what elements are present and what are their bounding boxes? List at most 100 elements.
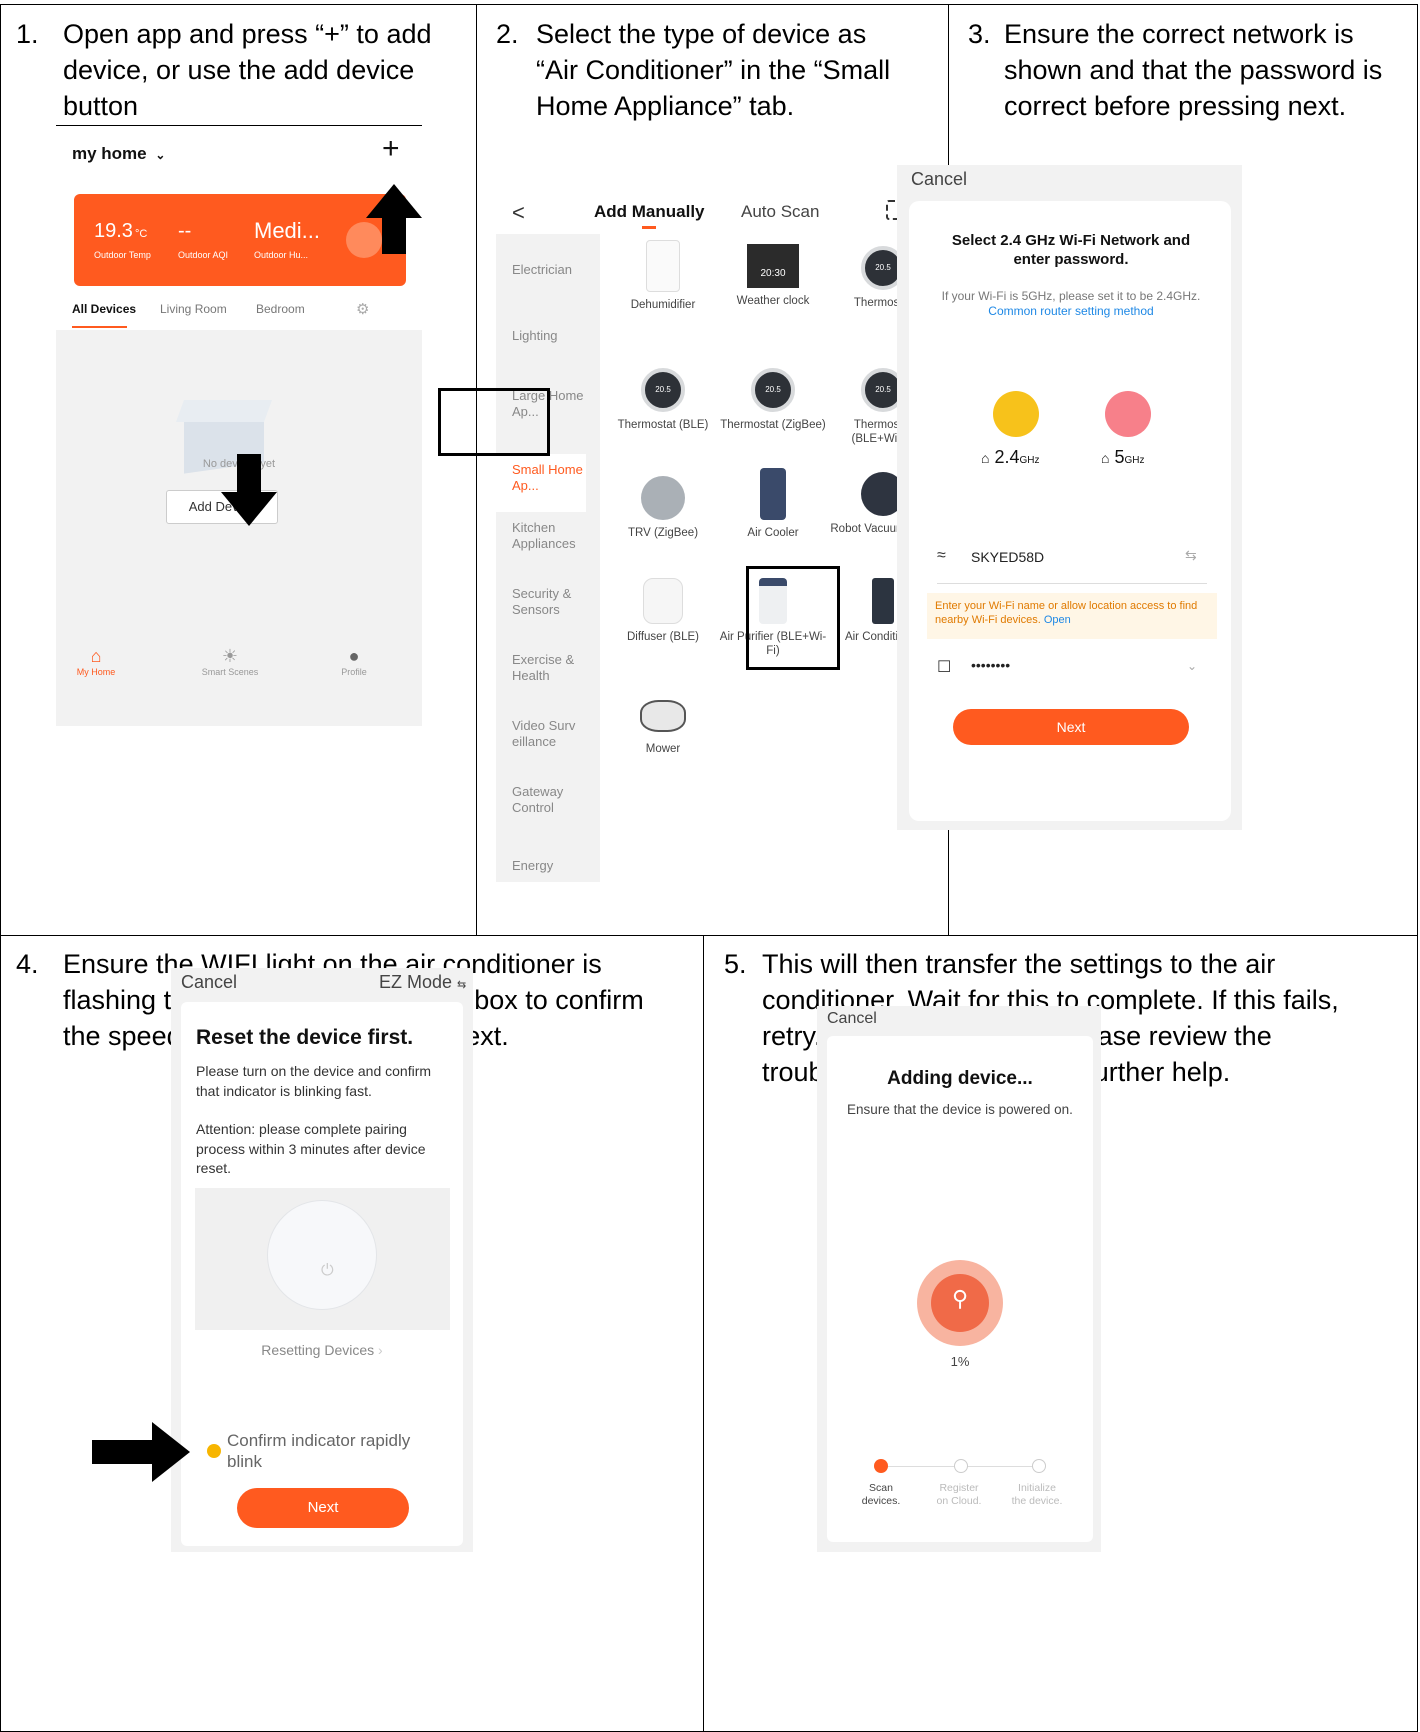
next-button[interactable]: Next bbox=[953, 709, 1189, 745]
device-weather-clock[interactable]: 20:30 Weather clock bbox=[718, 240, 828, 308]
step1-number: 1. bbox=[16, 19, 39, 49]
arrow-up-indicator bbox=[366, 184, 422, 254]
highlight-small-home-appliance bbox=[438, 388, 550, 456]
app4-screen: Cancel EZ Mode ⇆ Reset the device first.… bbox=[171, 968, 473, 1552]
ez-mode-switch[interactable]: EZ Mode ⇆ bbox=[379, 972, 466, 993]
step2-number: 2. bbox=[496, 19, 519, 49]
next-button-4[interactable]: Next bbox=[237, 1488, 409, 1528]
category-lighting[interactable]: Lighting bbox=[496, 328, 601, 344]
category-kitchen-appliances[interactable]: Kitchen Appliances bbox=[496, 520, 586, 552]
tab-bedroom[interactable]: Bedroom bbox=[256, 302, 305, 316]
ssid-field[interactable]: SKYED58D bbox=[971, 549, 1044, 565]
device-air-cooler-label: Air Cooler bbox=[747, 527, 799, 539]
step-dot-scan bbox=[874, 1459, 888, 1473]
progress-percent: 1% bbox=[950, 1354, 970, 1369]
lock-icon: ☐ bbox=[937, 659, 952, 676]
sun-icon: ☀ bbox=[221, 646, 239, 666]
tab-underline bbox=[72, 326, 127, 328]
confirm-label[interactable]: Confirm indicator rapidly blink bbox=[227, 1430, 447, 1472]
switch-network-icon[interactable]: ⇆ bbox=[1185, 547, 1197, 564]
home-title[interactable]: my home ⌄ bbox=[72, 144, 165, 164]
highlight-air-conditioner bbox=[746, 566, 840, 670]
category-small-home-appliance[interactable]: Small Home Ap... bbox=[496, 454, 586, 512]
band-24-unit: GHz bbox=[1019, 455, 1040, 466]
step2-instruction: 2. Select the type of device as “Air Con… bbox=[496, 16, 916, 166]
step1-instruction: 1. Open app and press “+” to add device,… bbox=[16, 16, 436, 126]
location-warning: Enter your Wi-Fi name or allow location … bbox=[927, 593, 1217, 639]
category-video-surveillance[interactable]: Video Surv eillance bbox=[496, 718, 582, 750]
password-field[interactable]: •••••••• bbox=[971, 657, 1010, 673]
cancel-button-4[interactable]: Cancel bbox=[181, 972, 237, 993]
wifi-note-text: If your Wi-Fi is 5GHz, please set it to … bbox=[941, 289, 1201, 303]
search-icon: ⚲ bbox=[951, 1286, 969, 1311]
open-location-link[interactable]: Open bbox=[1044, 614, 1071, 626]
reset-illustration: ⏻ bbox=[195, 1188, 450, 1330]
diffuser-icon bbox=[643, 578, 683, 624]
device-mower[interactable]: Mower bbox=[608, 694, 718, 756]
resetting-devices-link[interactable]: Resetting Devices › bbox=[181, 1342, 463, 1358]
cancel-button-5[interactable]: Cancel bbox=[827, 1010, 877, 1028]
smile-icon bbox=[993, 391, 1039, 437]
thermostat-zigbee-icon: 20.5 bbox=[751, 368, 795, 412]
nav-my-home-label: My Home bbox=[76, 667, 116, 677]
chevron-down-icon: ⌄ bbox=[155, 148, 166, 162]
sad-icon bbox=[1105, 391, 1151, 437]
step4-number: 4. bbox=[16, 949, 39, 979]
step2-text: Select the type of device as “Air Condit… bbox=[536, 19, 891, 121]
category-gateway-control[interactable]: Gateway Control bbox=[496, 784, 586, 816]
tab-auto-scan[interactable]: Auto Scan bbox=[741, 202, 819, 222]
category-energy[interactable]: Energy bbox=[496, 858, 601, 874]
step3-text: Ensure the correct network is shown and … bbox=[1004, 19, 1383, 121]
tab-living-room[interactable]: Living Room bbox=[160, 302, 227, 316]
band-5-unit: GHz bbox=[1124, 455, 1145, 466]
step3-instruction: 3. Ensure the correct network is shown a… bbox=[968, 16, 1398, 166]
category-electrician[interactable]: Electrician bbox=[496, 262, 601, 278]
device-air-cooler[interactable]: Air Cooler bbox=[718, 468, 828, 540]
device-thermostat-zigbee[interactable]: 20.5 Thermostat (ZigBee) bbox=[718, 362, 828, 432]
step-label-scan: Scan devices. bbox=[861, 1482, 901, 1507]
nav-smart-scenes[interactable]: ☀ Smart Scenes bbox=[190, 646, 270, 677]
eye-closed-icon[interactable]: ⌄ bbox=[1187, 659, 1197, 673]
air-conditioner-icon bbox=[872, 578, 894, 624]
tab-all-devices[interactable]: All Devices bbox=[72, 302, 136, 316]
nav-profile-label: Profile bbox=[341, 667, 367, 677]
add-plus-button[interactable]: + bbox=[382, 132, 400, 166]
step1-text: Open app and press “+” to add device, or… bbox=[63, 19, 432, 121]
band-5ghz: ⌂ 5GHz bbox=[1101, 447, 1145, 468]
device-dehumidifier[interactable]: Dehumidifier bbox=[608, 240, 718, 312]
step-dot-initialize bbox=[1032, 1459, 1046, 1473]
confirm-checkbox[interactable] bbox=[207, 1444, 221, 1458]
outdoor-temp-unit: °C bbox=[134, 228, 148, 240]
device-trv-zigbee[interactable]: TRV (ZigBee) bbox=[608, 476, 718, 540]
device-thermostat-ble[interactable]: 20.5 Thermostat (BLE) bbox=[608, 362, 718, 432]
category-security-sensors[interactable]: Security & Sensors bbox=[496, 586, 586, 618]
device-diffuser-ble[interactable]: Diffuser (BLE) bbox=[608, 578, 718, 644]
device-circle bbox=[267, 1200, 377, 1310]
mower-icon bbox=[640, 700, 686, 732]
step3-number: 3. bbox=[968, 19, 991, 49]
weather-card: 19.3 °C -- Medi... Outdoor Temp Outdoor A… bbox=[74, 194, 406, 286]
device-thermostat-zigbee-label: Thermostat (ZigBee) bbox=[720, 419, 826, 431]
gear-icon[interactable]: ⚙ bbox=[356, 300, 369, 318]
arrow-down-indicator bbox=[221, 454, 277, 526]
home-title-text: my home bbox=[72, 144, 147, 163]
back-button[interactable]: < bbox=[512, 200, 525, 226]
tab-active-underline bbox=[642, 226, 656, 229]
outdoor-humidity-label: Outdoor Hu... bbox=[254, 250, 309, 260]
category-exercise-health[interactable]: Exercise & Health bbox=[496, 652, 586, 684]
outdoor-temp-value: 19.3 bbox=[94, 220, 133, 242]
band-5-value: 5 bbox=[1114, 447, 1125, 467]
device-diffuser-ble-label: Diffuser (BLE) bbox=[626, 631, 699, 643]
band-24ghz: ⌂ 2.4GHz bbox=[981, 447, 1040, 468]
router-setting-link[interactable]: Common router setting method bbox=[988, 304, 1153, 318]
step5-number: 5. bbox=[724, 949, 747, 979]
reset-attention: Attention: please complete pairing proce… bbox=[196, 1121, 426, 1176]
nav-my-home[interactable]: ⌂ My Home bbox=[66, 646, 126, 677]
tab-add-manually[interactable]: Add Manually bbox=[594, 202, 705, 222]
cancel-button[interactable]: Cancel bbox=[911, 169, 967, 190]
step-dot-register bbox=[954, 1459, 968, 1473]
nav-profile[interactable]: ● Profile bbox=[324, 646, 384, 677]
arrow-right-indicator bbox=[92, 1422, 190, 1482]
wifi-icon: ≈ bbox=[937, 547, 946, 564]
thermostat-ble-icon: 20.5 bbox=[641, 368, 685, 412]
